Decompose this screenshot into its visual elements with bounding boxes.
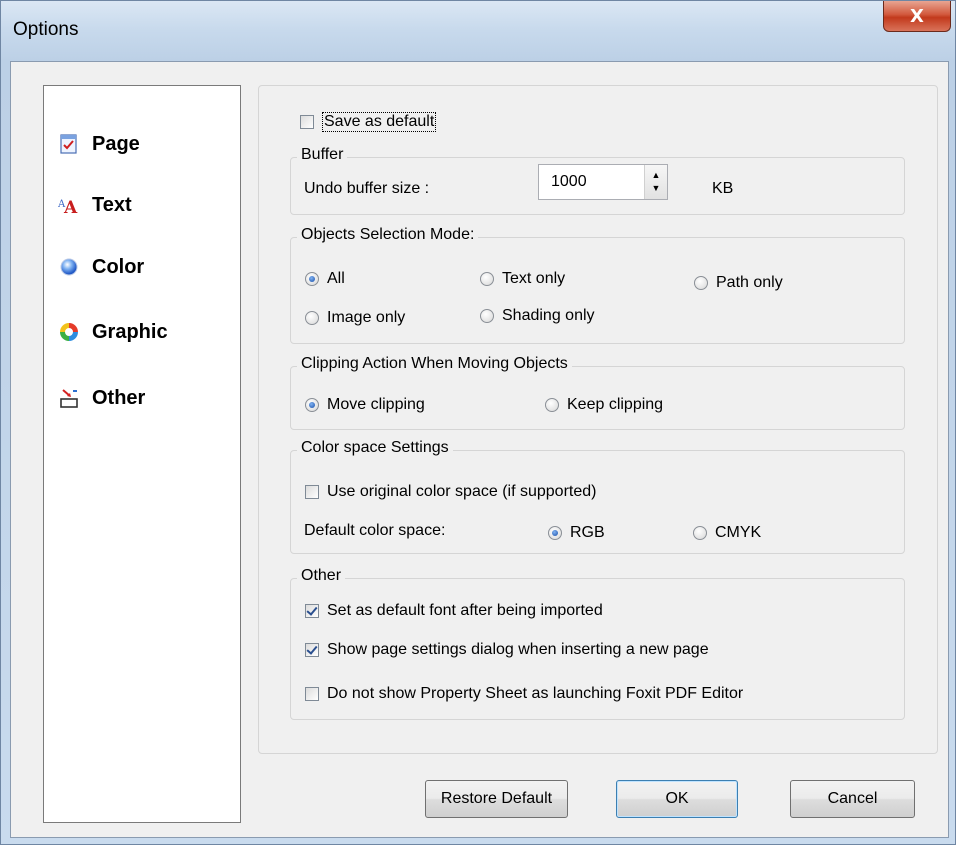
nav-item-label: Graphic — [92, 320, 168, 343]
radio-keep-clipping[interactable]: Keep clipping — [545, 396, 663, 414]
radio-indicator[interactable] — [305, 272, 319, 286]
buffer-unit: KB — [712, 180, 734, 197]
spin-buttons[interactable]: ▲ ▼ — [644, 165, 667, 199]
do-not-show-property-sheet-checkbox[interactable]: Do not show Property Sheet as launching … — [305, 685, 743, 703]
nav-item-other[interactable]: Other — [58, 383, 145, 413]
other-icon — [58, 387, 80, 409]
dialog-title: Options — [13, 19, 79, 40]
close-icon: X — [910, 5, 924, 27]
selection-mode-title: Objects Selection Mode: — [297, 226, 479, 244]
undo-buffer-size-input[interactable]: 1000 ▲ ▼ — [538, 164, 668, 200]
spin-down-icon[interactable]: ▼ — [652, 182, 661, 195]
nav-item-label: Color — [92, 255, 145, 278]
nav-item-label: Text — [92, 193, 132, 216]
radio-label: RGB — [570, 524, 605, 541]
checkbox-box[interactable] — [305, 485, 319, 499]
svg-text:A: A — [63, 198, 78, 216]
radio-indicator[interactable] — [548, 526, 562, 540]
nav-item-text[interactable]: A A Text — [58, 190, 132, 220]
color-space-title: Color space Settings — [297, 439, 453, 457]
graphic-icon — [58, 321, 80, 343]
nav-item-page[interactable]: Page — [58, 129, 140, 159]
checkbox-label: Show page settings dialog when inserting… — [327, 641, 709, 658]
show-page-settings-checkbox[interactable]: Show page settings dialog when inserting… — [305, 641, 709, 659]
radio-rgb[interactable]: RGB — [548, 524, 605, 542]
checkbox-box[interactable] — [305, 643, 319, 657]
other-group-title: Other — [297, 567, 346, 585]
nav-item-graphic[interactable]: Graphic — [58, 317, 168, 347]
radio-label: All — [327, 270, 345, 287]
restore-default-button[interactable]: Restore Default — [425, 780, 568, 818]
checkbox-label: Do not show Property Sheet as launching … — [327, 685, 744, 702]
radio-path-only[interactable]: Path only — [694, 274, 783, 292]
close-button[interactable]: X — [883, 1, 951, 32]
nav-item-color[interactable]: Color — [58, 252, 144, 282]
set-default-font-checkbox[interactable]: Set as default font after being imported — [305, 602, 603, 620]
radio-label: Path only — [716, 274, 783, 291]
checkbox-box[interactable] — [305, 687, 319, 701]
radio-indicator[interactable] — [545, 398, 559, 412]
save-as-default-label: Save as default — [322, 112, 437, 132]
radio-indicator[interactable] — [480, 272, 494, 286]
clipping-action-title: Clipping Action When Moving Objects — [297, 355, 572, 373]
use-original-color-space-checkbox[interactable]: Use original color space (if supported) — [305, 483, 596, 501]
default-color-space-label: Default color space: — [304, 522, 446, 539]
radio-text-only[interactable]: Text only — [480, 270, 565, 288]
radio-label: Move clipping — [327, 396, 425, 413]
text-icon: A A — [58, 194, 80, 216]
buffer-group-title: Buffer — [297, 146, 348, 164]
checkbox-box[interactable] — [300, 115, 314, 129]
radio-indicator[interactable] — [305, 311, 319, 325]
nav-item-label: Other — [92, 386, 146, 409]
options-category-list: Page A A Text Color Graphic Other — [43, 85, 241, 823]
undo-buffer-label: Undo buffer size : — [304, 180, 430, 197]
save-as-default-checkbox[interactable]: Save as default — [300, 112, 437, 132]
radio-label: CMYK — [715, 524, 762, 541]
radio-indicator[interactable] — [694, 276, 708, 290]
checkbox-box[interactable] — [305, 604, 319, 618]
undo-buffer-value: 1000 — [551, 173, 587, 190]
radio-move-clipping[interactable]: Move clipping — [305, 396, 425, 414]
radio-label: Shading only — [502, 307, 595, 324]
checkbox-label: Use original color space (if supported) — [327, 483, 597, 500]
radio-shading-only[interactable]: Shading only — [480, 307, 595, 325]
radio-all[interactable]: All — [305, 270, 345, 288]
ok-button[interactable]: OK — [616, 780, 738, 818]
cancel-button[interactable]: Cancel — [790, 780, 915, 818]
color-icon — [58, 256, 80, 278]
radio-cmyk[interactable]: CMYK — [693, 524, 761, 542]
radio-indicator[interactable] — [693, 526, 707, 540]
radio-image-only[interactable]: Image only — [305, 309, 405, 327]
checkbox-label: Set as default font after being imported — [327, 602, 603, 619]
radio-indicator[interactable] — [480, 309, 494, 323]
objects-selection-mode-group: Objects Selection Mode: — [290, 226, 905, 344]
spin-up-icon[interactable]: ▲ — [652, 169, 661, 182]
radio-label: Image only — [327, 309, 406, 326]
page-icon — [58, 133, 80, 155]
radio-indicator[interactable] — [305, 398, 319, 412]
radio-label: Keep clipping — [567, 396, 664, 413]
nav-item-label: Page — [92, 132, 140, 155]
radio-label: Text only — [502, 270, 566, 287]
